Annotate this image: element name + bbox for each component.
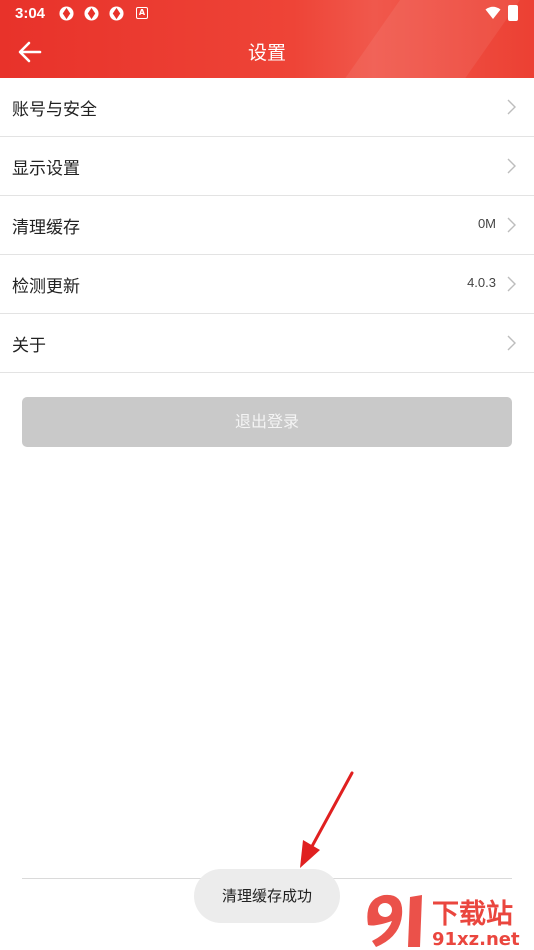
watermark-logo: 下载站 91xz.net xyxy=(367,894,520,950)
version-value: 4.0.3 xyxy=(467,275,496,290)
chevron-right-icon xyxy=(507,158,516,174)
battery-icon xyxy=(508,5,518,21)
settings-item-label: 关于 xyxy=(12,336,46,356)
app-header: 3:04 A 设置 xyxy=(0,0,534,78)
watermark-text-top: 下载站 xyxy=(432,899,513,930)
settings-item-about[interactable]: 关于 xyxy=(0,314,534,373)
settings-item-label: 显示设置 xyxy=(12,159,80,179)
app-icon xyxy=(84,6,99,21)
settings-item-label: 清理缓存 xyxy=(12,218,80,238)
page-title: 设置 xyxy=(247,42,286,64)
chevron-right-icon xyxy=(507,276,516,292)
annotation-arrow-icon xyxy=(300,771,354,868)
settings-item-label: 账号与安全 xyxy=(12,100,97,120)
logout-button[interactable]: 退出登录 xyxy=(22,397,512,447)
settings-item-check-update[interactable]: 检测更新 4.0.3 xyxy=(0,255,534,314)
cache-size-value: 0M xyxy=(477,216,496,231)
settings-list: 账号与安全 显示设置 清理缓存 0M 检测更新 4.0.3 关于 xyxy=(0,78,534,373)
toast-message: 清理缓存成功 xyxy=(194,869,340,923)
settings-item-label: 检测更新 xyxy=(12,277,80,297)
settings-item-display[interactable]: 显示设置 xyxy=(0,137,534,196)
settings-item-clear-cache[interactable]: 清理缓存 0M xyxy=(0,196,534,255)
status-bar: 3:04 A xyxy=(0,0,534,26)
status-time: 3:04 xyxy=(15,5,46,22)
chevron-right-icon xyxy=(507,335,516,351)
watermark-text-bottom: 91xz.net xyxy=(432,929,520,950)
app-icon xyxy=(109,6,124,21)
settings-item-account-security[interactable]: 账号与安全 xyxy=(0,78,534,137)
wifi-icon xyxy=(485,6,501,19)
a-notification-icon: A xyxy=(136,7,148,19)
chevron-right-icon xyxy=(507,99,516,115)
chevron-right-icon xyxy=(507,217,516,233)
app-icon xyxy=(59,6,74,21)
